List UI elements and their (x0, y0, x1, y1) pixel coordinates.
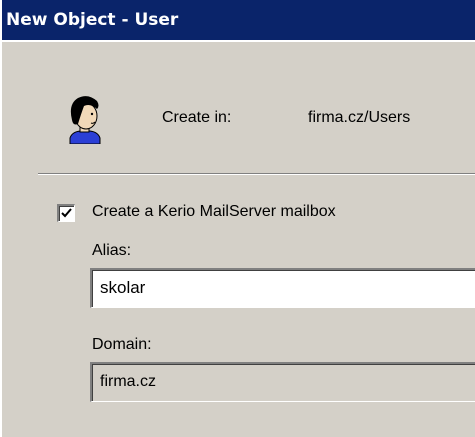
create-mailbox-label[interactable]: Create a Kerio MailServer mailbox (92, 203, 336, 221)
separator (38, 173, 475, 175)
domain-field: firma.cz (90, 362, 475, 402)
new-object-user-dialog: New Object - User Create in: firma.cz/Us… (0, 0, 475, 437)
alias-label: Alias: (92, 242, 132, 259)
window-title: New Object - User (6, 10, 179, 30)
create-in-path: firma.cz/Users (308, 109, 411, 126)
checkmark-icon (61, 208, 72, 218)
create-in-label: Create in: (162, 109, 232, 126)
user-icon (64, 94, 104, 145)
window-title-bar[interactable]: New Object - User (2, 0, 475, 40)
domain-label: Domain: (92, 336, 152, 353)
alias-input[interactable]: skolar (90, 268, 475, 308)
title-bar-edge (2, 40, 475, 42)
create-mailbox-checkbox[interactable] (57, 204, 75, 222)
